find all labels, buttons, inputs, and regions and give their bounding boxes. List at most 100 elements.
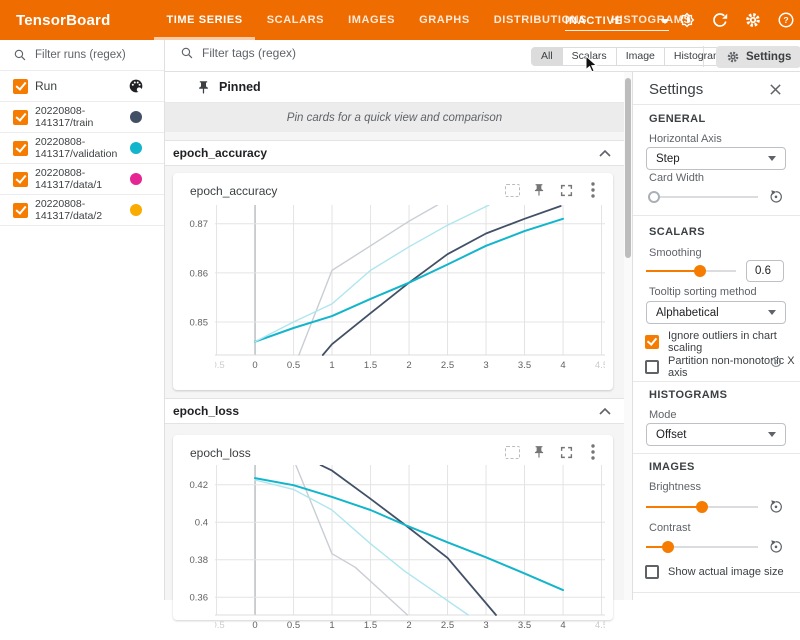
settings-button[interactable]: Settings — [716, 46, 800, 68]
run-color-dot[interactable] — [130, 142, 142, 154]
tab-time-series[interactable]: TIME SERIES — [154, 0, 254, 40]
svg-text:3: 3 — [483, 620, 488, 631]
horizontal-axis-select[interactable]: Step — [646, 147, 786, 170]
fit-domain-icon[interactable] — [504, 182, 520, 198]
contrast-slider[interactable] — [646, 541, 758, 553]
show-actual-size-checkbox-row[interactable]: Show actual image size — [645, 565, 784, 579]
section-header-epoch-accuracy[interactable]: epoch_accuracy — [165, 140, 624, 166]
reset-icon[interactable] — [768, 539, 784, 555]
run-checkbox[interactable] — [13, 141, 28, 156]
slider-thumb[interactable] — [648, 191, 660, 203]
show-actual-size-label: Show actual image size — [668, 566, 784, 578]
divider — [633, 453, 800, 454]
close-icon[interactable] — [769, 83, 782, 96]
filter-button-image[interactable]: Image — [617, 47, 665, 66]
chevron-down-icon — [768, 432, 776, 437]
svg-text:0: 0 — [252, 620, 257, 631]
select-all-runs-checkbox[interactable] — [13, 79, 28, 94]
tooltip-sort-select[interactable]: Alphabetical — [646, 301, 786, 324]
brightness-icon[interactable] — [678, 11, 696, 29]
pin-card-icon[interactable] — [531, 444, 547, 460]
run-row[interactable]: 20220808-141317/validation — [0, 133, 164, 164]
epoch-accuracy-chart[interactable]: 0.850.860.8700.511.522.533.54-0.54.5 — [173, 205, 613, 380]
run-color-dot[interactable] — [130, 204, 142, 216]
smoothing-slider[interactable] — [646, 265, 736, 277]
gear-icon — [726, 50, 740, 64]
refresh-icon[interactable] — [711, 11, 729, 29]
fullscreen-icon[interactable] — [558, 444, 574, 460]
more-options-icon[interactable] — [585, 182, 601, 198]
checkbox[interactable] — [645, 335, 659, 349]
run-name: 20220808-141317/data/1 — [35, 167, 130, 191]
chevron-down-icon — [661, 19, 669, 24]
tab-scalars[interactable]: SCALARS — [255, 0, 336, 40]
fit-domain-icon[interactable] — [504, 444, 520, 460]
tab-images[interactable]: IMAGES — [336, 0, 407, 40]
run-checkbox[interactable] — [13, 203, 28, 218]
card-width-label: Card Width — [649, 172, 704, 184]
divider — [633, 381, 800, 382]
run-status-dropdown[interactable]: INACTIVE — [565, 12, 669, 31]
runs-header-row: Run — [0, 71, 164, 102]
help-icon[interactable]: ? — [777, 11, 795, 29]
images-heading: IMAGES — [649, 461, 695, 473]
section-header-epoch-loss[interactable]: epoch_loss — [165, 398, 624, 424]
ignore-outliers-checkbox-row[interactable]: Ignore outliers in chart scaling — [645, 330, 800, 354]
histogram-mode-select[interactable]: Offset — [646, 423, 786, 446]
general-heading: GENERAL — [649, 113, 706, 125]
fullscreen-icon[interactable] — [558, 182, 574, 198]
run-color-dot[interactable] — [130, 173, 142, 185]
more-options-icon[interactable] — [585, 444, 601, 460]
help-icon[interactable]: ? — [770, 356, 782, 368]
run-row[interactable]: 20220808-141317/data/2 — [0, 195, 164, 226]
divider — [633, 215, 800, 216]
svg-text:0.86: 0.86 — [190, 268, 209, 279]
reset-icon[interactable] — [768, 499, 784, 515]
chevron-down-icon — [768, 156, 776, 161]
smoothing-value-input[interactable]: 0.6 — [746, 260, 784, 282]
slider-thumb[interactable] — [662, 541, 674, 553]
slider-thumb[interactable] — [694, 265, 706, 277]
svg-text:1: 1 — [329, 360, 334, 371]
svg-text:2.5: 2.5 — [441, 620, 454, 631]
palette-icon[interactable] — [128, 78, 144, 94]
runs-list: 20220808-141317/train20220808-141317/val… — [0, 102, 164, 226]
pin-card-icon[interactable] — [531, 182, 547, 198]
card-width-slider[interactable] — [648, 191, 758, 203]
svg-text:?: ? — [783, 15, 788, 25]
run-row[interactable]: 20220808-141317/train — [0, 102, 164, 133]
tag-filter-placeholder: Filter tags (regex) — [202, 46, 296, 60]
search-icon — [180, 46, 194, 60]
run-filter-input[interactable]: Filter runs (regex) — [0, 40, 164, 71]
reset-icon[interactable] — [768, 189, 784, 205]
checkbox[interactable] — [645, 360, 659, 374]
tag-filter-input[interactable]: Filter tags (regex) — [180, 46, 296, 60]
epoch-loss-chart[interactable]: 0.360.380.40.4200.511.522.533.54-0.54.5 — [173, 465, 613, 640]
pinned-title: Pinned — [219, 80, 261, 94]
main-scrollbar-thumb[interactable] — [625, 78, 631, 258]
brightness-slider[interactable] — [646, 501, 758, 513]
card-epoch-loss: epoch_loss 0.360.380.40.4200.511.522.533… — [173, 435, 613, 620]
run-checkbox[interactable] — [13, 172, 28, 187]
card-epoch-accuracy: epoch_accuracy 0.850.860.8700.511.522.53… — [173, 173, 613, 390]
card-actions — [504, 182, 601, 198]
slider-thumb[interactable] — [696, 501, 708, 513]
svg-text:1: 1 — [329, 620, 334, 631]
filter-button-all[interactable]: All — [531, 47, 563, 66]
svg-text:1.5: 1.5 — [364, 360, 377, 371]
run-filter-placeholder: Filter runs (regex) — [35, 49, 126, 61]
chevron-up-icon[interactable] — [598, 406, 612, 417]
tab-graphs[interactable]: GRAPHS — [407, 0, 482, 40]
settings-gear-icon[interactable] — [744, 11, 762, 29]
run-name: 20220808-141317/data/2 — [35, 198, 130, 222]
svg-text:4.5: 4.5 — [595, 620, 608, 631]
run-row[interactable]: 20220808-141317/data/1 — [0, 164, 164, 195]
run-color-dot[interactable] — [130, 111, 142, 123]
svg-text:-0.5: -0.5 — [208, 620, 224, 631]
run-checkbox[interactable] — [13, 110, 28, 125]
checkbox[interactable] — [645, 565, 659, 579]
pinned-section-header: Pinned — [165, 72, 624, 103]
chevron-up-icon[interactable] — [598, 148, 612, 159]
svg-text:0.5: 0.5 — [287, 620, 300, 631]
scalars-heading: SCALARS — [649, 226, 705, 238]
